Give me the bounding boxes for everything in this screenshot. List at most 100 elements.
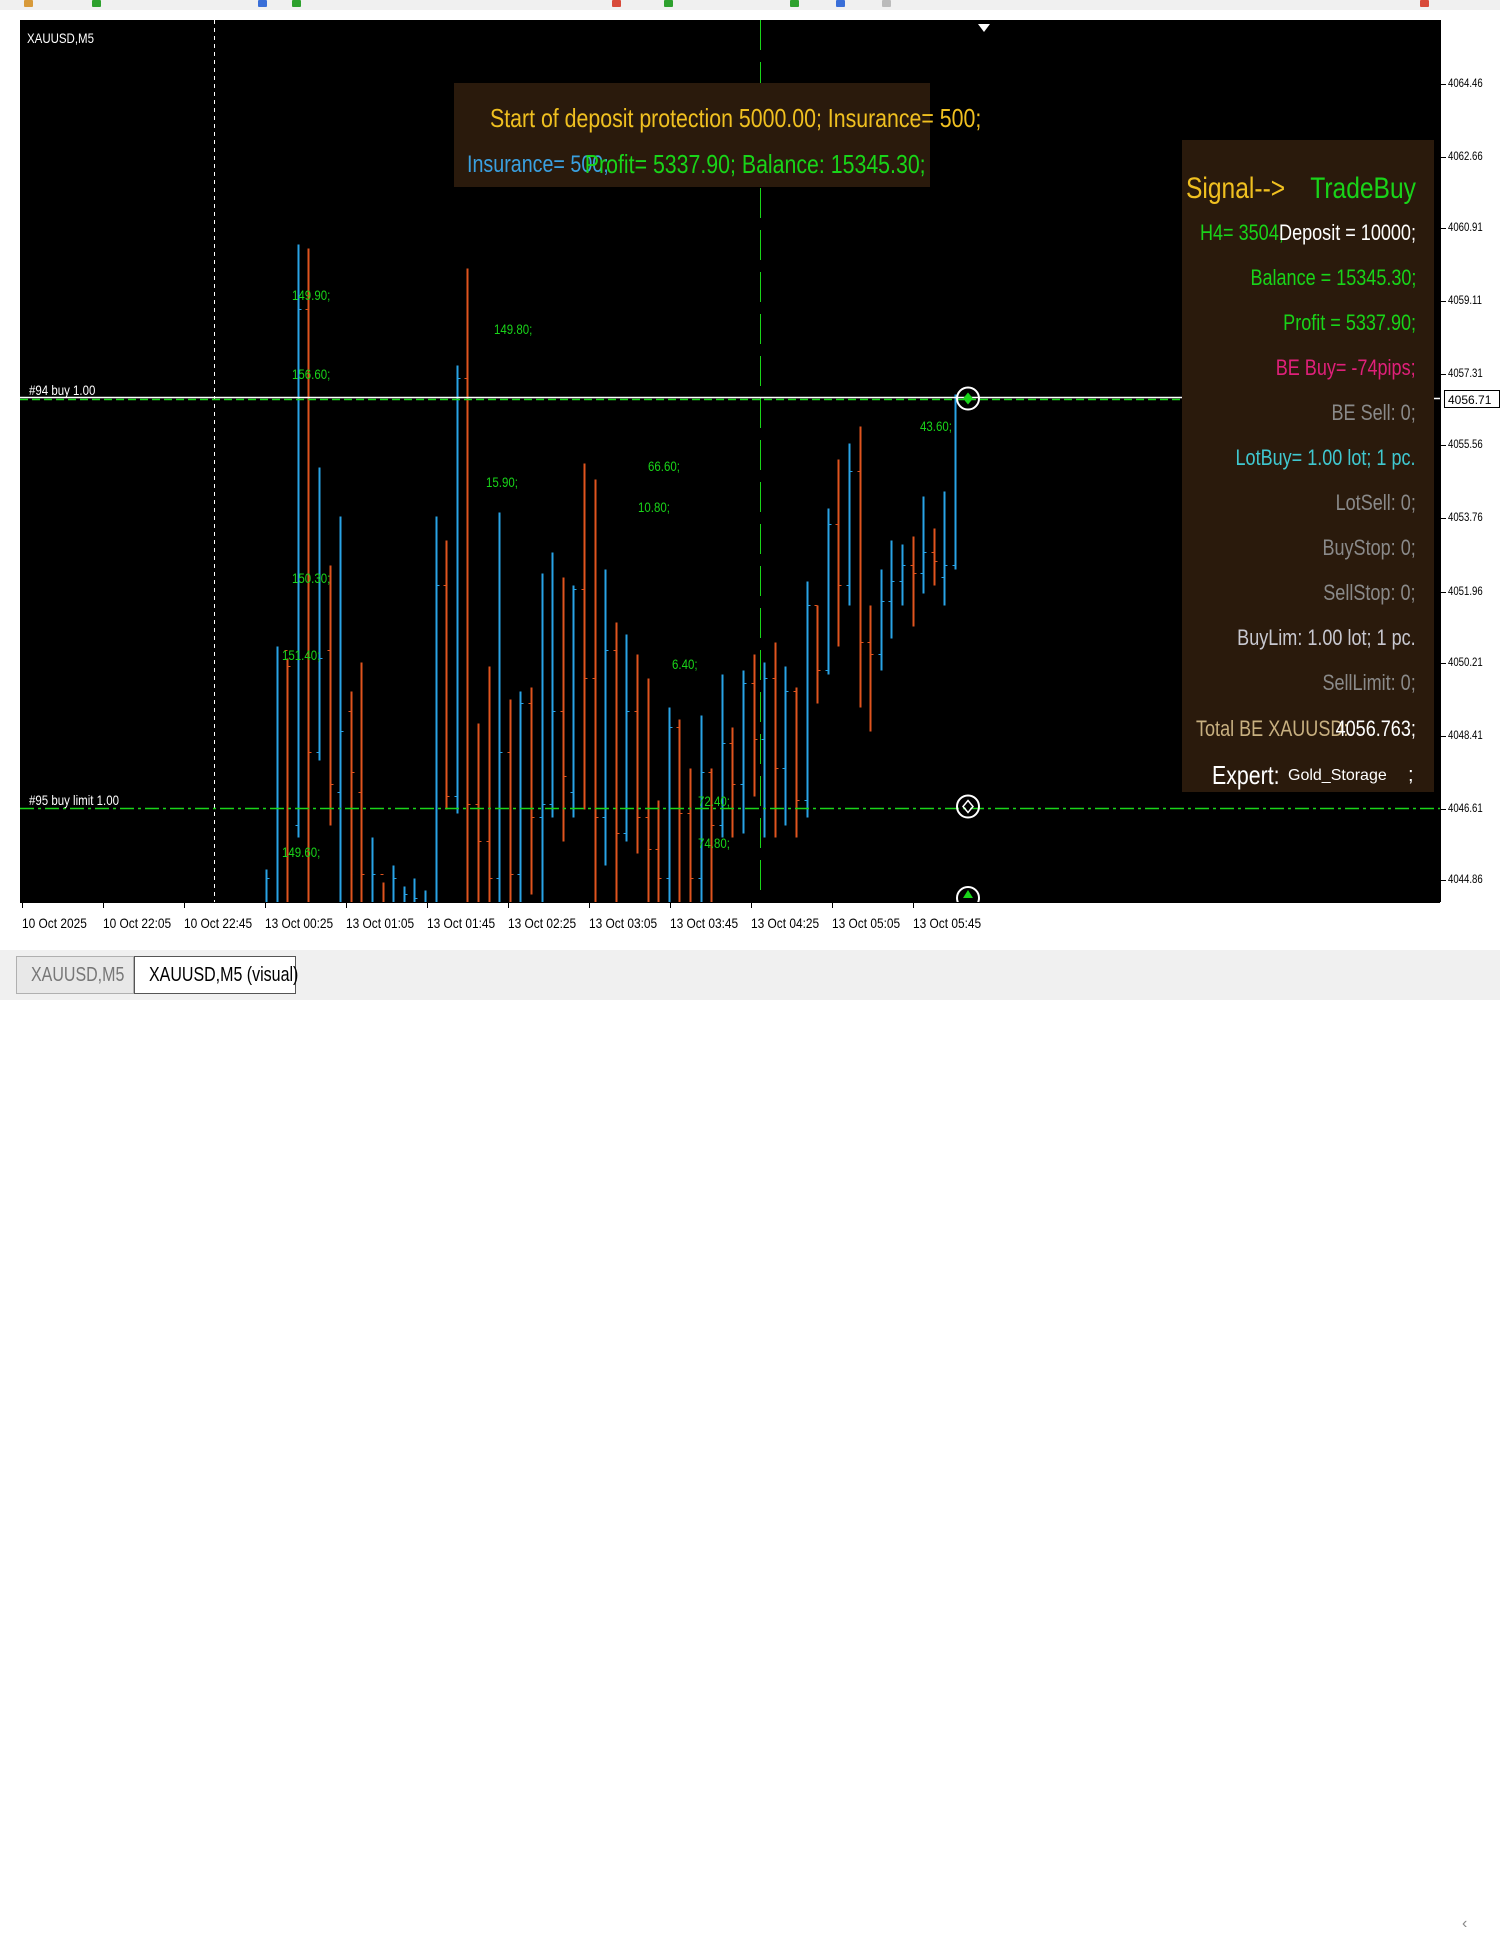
time-label: 13 Oct 05:05: [832, 915, 901, 931]
price-tick: [1441, 300, 1446, 302]
pl-label: 15.90;: [486, 474, 518, 490]
toolbar-icon-7[interactable]: [790, 0, 799, 7]
signal-value: TradeBuy: [1310, 172, 1416, 205]
h4-value: H4= 3504;: [1200, 220, 1284, 245]
time-tick: [427, 903, 428, 908]
trade-label-buy: #94 buy 1.00: [29, 382, 96, 398]
price-label: 4057.31: [1448, 365, 1483, 380]
chart-tab-bar: XAUUSD,M5 XAUUSD,M5 (visual) ‹: [0, 950, 1500, 1932]
expert-suffix: ;: [1408, 764, 1414, 786]
be-sell-value: BE Sell: 0;: [1331, 400, 1416, 425]
time-tick: [103, 903, 104, 908]
time-label: 13 Oct 01:05: [346, 915, 415, 931]
expert-value: Gold_Storage: [1288, 767, 1387, 784]
price-tick: [1441, 83, 1446, 85]
sell-limit-value: SellLimit: 0;: [1322, 670, 1416, 695]
price-tick: [1441, 373, 1446, 375]
balance-value: Balance = 15345.30;: [1249, 265, 1416, 290]
price-label: 4055.56: [1448, 436, 1483, 451]
toolbar-icon-9[interactable]: [882, 0, 891, 7]
time-axis[interactable]: 10 Oct 2025 10 Oct 22:05 10 Oct 22:45 13 Oc…: [20, 902, 1440, 951]
price-tick: [1441, 808, 1446, 810]
time-label: 10 Oct 22:05: [103, 915, 172, 931]
pl-label: 66.60;: [648, 458, 680, 474]
tab-scroll-left-icon[interactable]: ‹: [1462, 1915, 1467, 1933]
time-tick: [22, 903, 23, 908]
deposit-protection-panel: Start of deposit protection 5000.00; Ins…: [454, 83, 981, 187]
price-tick: [1441, 517, 1446, 519]
pl-label: 72.40;: [698, 793, 730, 809]
toolbar-icon-10[interactable]: [1420, 0, 1429, 7]
total-be-value: 4056.763;: [1335, 716, 1416, 741]
time-tick: [913, 903, 914, 908]
chart-shift-icon: [978, 24, 990, 32]
price-label: 4060.91: [1448, 219, 1483, 234]
price-axis[interactable]: 4064.46 4062.66 4060.91 4059.11 4057.31 4055.…: [1440, 20, 1500, 902]
toolbar-icon-4[interactable]: [292, 0, 301, 7]
pl-label: 150.30;: [292, 570, 331, 586]
pl-label: 149.80;: [494, 321, 533, 337]
pl-label: 156.60;: [292, 366, 331, 382]
limit-arrow-icon: [962, 799, 974, 814]
time-tick: [508, 903, 509, 908]
price-tick: [1441, 591, 1446, 593]
pl-label: 43.60;: [920, 418, 952, 434]
time-label: 13 Oct 01:45: [427, 915, 496, 931]
trade-label-buy-limit: #95 buy limit 1.00: [29, 792, 119, 808]
price-label: 4048.41: [1448, 727, 1483, 742]
deposit-value: Deposit = 10000;: [1279, 220, 1416, 245]
expert-info-panel: Signal--> TradeBuy H4= 3504; Deposit = 1…: [1182, 140, 1434, 792]
time-label: 13 Oct 00:25: [265, 915, 334, 931]
price-label: 4064.46: [1448, 75, 1483, 90]
time-label: 13 Oct 04:25: [751, 915, 820, 931]
buy-stop-value: BuyStop: 0;: [1322, 535, 1416, 560]
price-tick: [1441, 879, 1446, 881]
toolbar-icon-6[interactable]: [664, 0, 673, 7]
time-label: 10 Oct 2025: [22, 915, 87, 931]
signal-label: Signal-->: [1186, 172, 1286, 205]
pl-label: 149.90;: [292, 287, 331, 303]
toolbar: [0, 0, 1500, 10]
time-tick: [184, 903, 185, 908]
price-label: 4053.76: [1448, 509, 1483, 524]
tab-xauusd-m5[interactable]: XAUUSD,M5: [16, 956, 134, 994]
toolbar-icon-3[interactable]: [258, 0, 267, 7]
time-tick: [589, 903, 590, 908]
price-chart[interactable]: XAUUSD,M5 #94 buy 1.00 #95 buy limit 1.0…: [20, 20, 1440, 902]
pl-label: 151.40;: [282, 647, 321, 663]
current-price-label: 4056.71: [1444, 389, 1500, 408]
lot-buy-value: LotBuy= 1.00 lot; 1 pc.: [1235, 445, 1416, 470]
time-label: 13 Oct 03:45: [670, 915, 739, 931]
toolbar-icon-5[interactable]: [612, 0, 621, 7]
expert-label: Expert:: [1212, 760, 1280, 790]
deposit-protection-text: Start of deposit protection 5000.00; Ins…: [490, 103, 982, 133]
price-tick: [1441, 444, 1446, 446]
profit-balance-text: Profit= 5337.90; Balance: 15345.30;: [585, 149, 926, 179]
price-label: 4051.96: [1448, 583, 1483, 598]
time-tick: [346, 903, 347, 908]
price-tick: [1441, 662, 1446, 664]
toolbar-icon-2[interactable]: [92, 0, 101, 7]
pl-label: 10.80;: [638, 499, 670, 515]
profit-value: Profit = 5337.90;: [1283, 310, 1416, 335]
total-be-label: Total BE XAUUSD:: [1196, 716, 1349, 741]
time-tick: [751, 903, 752, 908]
pl-label: 149.60;: [282, 844, 321, 860]
price-label: 4059.11: [1448, 292, 1482, 307]
toolbar-icon-8[interactable]: [836, 0, 845, 7]
time-tick: [265, 903, 266, 908]
tab-xauusd-m5-visual[interactable]: XAUUSD,M5 (visual): [134, 956, 298, 994]
be-buy-value: BE Buy= -74pips;: [1276, 355, 1416, 380]
price-tick: [1441, 735, 1446, 737]
toolbar-icon-1[interactable]: [24, 0, 33, 7]
price-label: 4046.61: [1448, 800, 1483, 815]
buy-lim-value: BuyLim: 1.00 lot; 1 pc.: [1237, 625, 1416, 650]
time-label: 13 Oct 02:25: [508, 915, 577, 931]
price-label: 4062.66: [1448, 148, 1483, 163]
sell-stop-value: SellStop: 0;: [1323, 580, 1416, 605]
pl-label: 6.40;: [672, 656, 698, 672]
time-tick: [832, 903, 833, 908]
price-tick: [1441, 227, 1446, 229]
pl-label: 74.80;: [698, 835, 730, 851]
price-label: 4044.86: [1448, 871, 1483, 886]
